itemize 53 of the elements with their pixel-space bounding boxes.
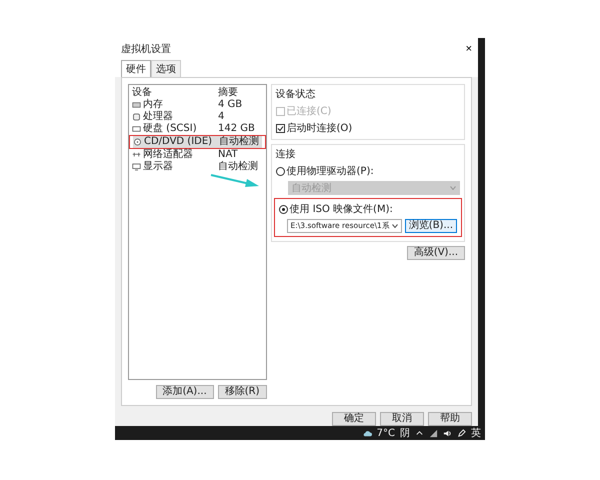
- device-row[interactable]: 硬盘 (SCSI) 142 GB: [132, 123, 263, 135]
- device-name: 显示器: [143, 161, 173, 173]
- device-row[interactable]: 显示器 自动检测: [132, 161, 263, 173]
- device-name: 内存: [143, 99, 163, 110]
- device-name: 硬盘 (SCSI): [143, 123, 197, 135]
- dialog-button[interactable]: 取消: [380, 412, 424, 426]
- group-title: 连接: [276, 148, 297, 161]
- chevron-down-icon: [450, 186, 456, 190]
- advanced-button[interactable]: 高级(V)...: [406, 246, 465, 260]
- device-row[interactable]: CD/DVD (IDE) 自动检测: [133, 136, 262, 148]
- pen-icon[interactable]: [457, 428, 466, 438]
- arrow: [210, 174, 260, 188]
- device-summary: 4: [218, 111, 226, 123]
- device-summary: 自动检测: [218, 161, 259, 173]
- window-title: 虚拟机设置: [121, 42, 171, 56]
- browse-button[interactable]: 浏览(B)...: [404, 219, 457, 233]
- radio-option[interactable]: 使用物理驱动器(P):: [276, 164, 460, 178]
- weather-text[interactable]: 阴: [400, 426, 410, 440]
- memory-icon: [132, 101, 141, 109]
- temperature[interactable]: 7°C: [376, 428, 395, 438]
- device-name: CD/DVD (IDE): [144, 136, 212, 148]
- speaker-icon[interactable]: [443, 428, 452, 438]
- device-name: 网络适配器: [143, 149, 193, 161]
- chip-icon: [132, 113, 141, 121]
- close-button[interactable]: ×: [466, 44, 472, 54]
- check-icon: [276, 124, 284, 132]
- dialog-button[interactable]: 帮助: [428, 412, 472, 426]
- network-icon: [132, 151, 141, 159]
- language-indicator[interactable]: 英: [471, 426, 481, 440]
- device-name: 处理器: [143, 111, 173, 123]
- group-title: 设备状态: [276, 88, 317, 101]
- drive-icon: [132, 125, 141, 133]
- tab[interactable]: 硬件: [121, 60, 151, 77]
- device-summary: 142 GB: [218, 123, 256, 135]
- dialog-button[interactable]: 确定: [332, 412, 376, 426]
- device-row[interactable]: 网络适配器 NAT: [132, 149, 263, 161]
- device-row[interactable]: 内存 4 GB: [132, 99, 263, 111]
- column-header: 摘要: [218, 87, 239, 99]
- device-summary: 自动检测: [219, 136, 260, 148]
- list-button[interactable]: 添加(A)...: [156, 385, 214, 399]
- monitor-icon: [132, 163, 141, 171]
- disc-icon: [133, 138, 142, 146]
- tab[interactable]: 选项: [151, 60, 181, 77]
- device-summary: 4 GB: [218, 99, 244, 111]
- column-header: 设备: [132, 87, 153, 98]
- device-summary: NAT: [218, 149, 238, 161]
- list-button[interactable]: 移除(R): [218, 385, 267, 399]
- radio-option[interactable]: 使用 ISO 映像文件(M):: [278, 202, 457, 216]
- chevron-down-icon: [392, 224, 398, 228]
- cloud-icon[interactable]: [362, 428, 372, 438]
- device-row[interactable]: 处理器 4: [132, 111, 263, 123]
- checkbox-option[interactable]: 启动时连接(O): [276, 121, 460, 135]
- chevron-icon[interactable]: [415, 428, 424, 438]
